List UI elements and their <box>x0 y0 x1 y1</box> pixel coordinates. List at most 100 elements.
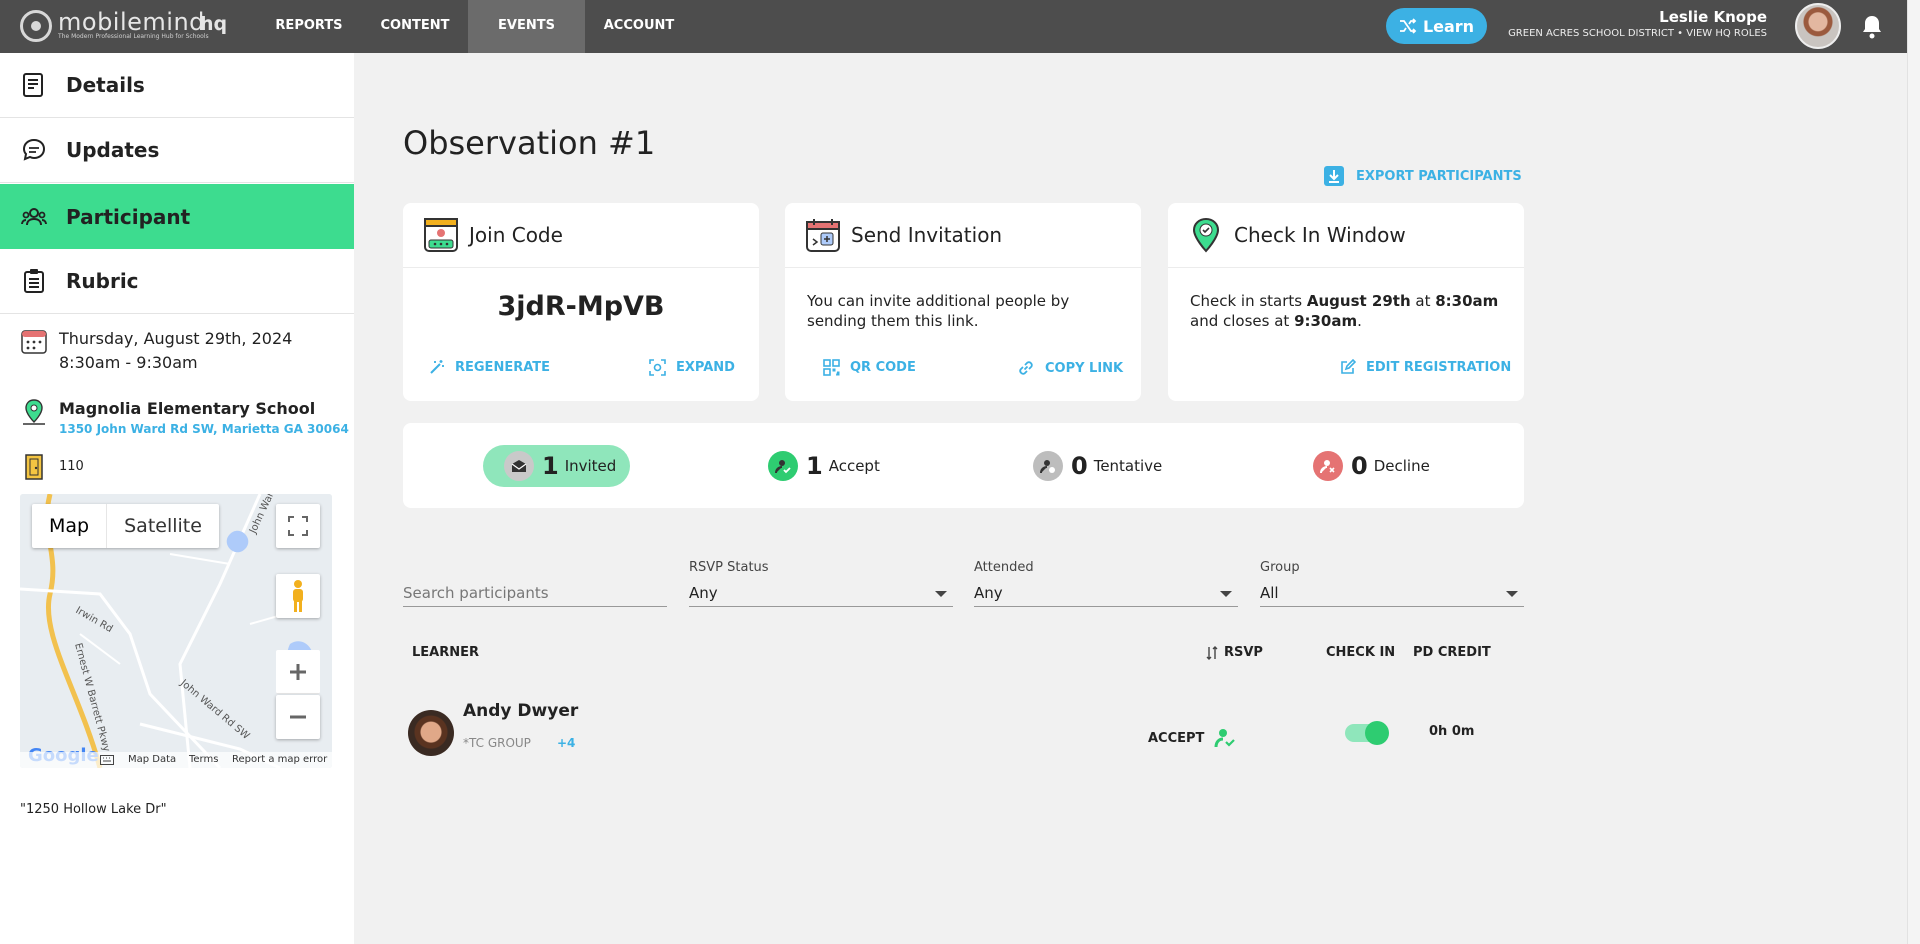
person-check-icon <box>1214 729 1236 748</box>
export-participants-button[interactable]: EXPORT PARTICIPANTS <box>1323 165 1522 187</box>
map-type-map-button[interactable]: Map <box>32 504 108 548</box>
join-code-card: Join Code 3jdR-MpVB REGENERATE EXPAND <box>403 203 759 401</box>
nav-reports[interactable]: REPORTS <box>266 0 352 53</box>
invited-count: 1 <box>542 452 559 480</box>
send-invitation-card: Send Invitation You can invite additiona… <box>785 203 1141 401</box>
user-avatar[interactable] <box>1795 3 1841 49</box>
bell-icon[interactable] <box>1860 14 1884 40</box>
minus-icon <box>290 715 306 719</box>
zoom-in-button[interactable] <box>276 650 320 694</box>
keyboard-icon[interactable] <box>100 755 114 765</box>
map-terms-link[interactable]: Terms <box>189 754 218 765</box>
column-header-check-in: CHECK IN <box>1326 645 1396 660</box>
more-groups-link[interactable]: +4 <box>557 736 575 750</box>
stat-tentative[interactable]: 0 Tentative <box>1033 445 1162 487</box>
accept-label: Accept <box>828 457 880 475</box>
join-code-value: 3jdR-MpVB <box>497 291 665 322</box>
rsvp-status: ACCEPT <box>1148 727 1236 749</box>
stat-decline[interactable]: 0 Decline <box>1313 445 1430 487</box>
invitation-description: You can invite additional people by send… <box>807 292 1070 330</box>
sidebar-item-updates[interactable]: Updates <box>0 118 354 183</box>
sidebar-item-details[interactable]: Details <box>0 53 354 118</box>
sidebar: Details Updates Participant Rubric Thurs… <box>0 53 354 944</box>
zoom-out-button[interactable] <box>276 695 320 739</box>
page-title: Observation #1 <box>403 124 656 162</box>
invitation-icon <box>806 219 840 252</box>
group-filter: Group All <box>1260 560 1524 607</box>
expand-label: EXPAND <box>676 360 735 375</box>
edit-registration-label: EDIT REGISTRATION <box>1366 359 1512 375</box>
map-pin-icon <box>23 399 45 425</box>
map-type-satellite-button[interactable]: Satellite <box>107 504 219 548</box>
join-code-icon <box>424 218 458 252</box>
check-in-window-title: Check In Window <box>1234 223 1406 247</box>
learner-group: *TC GROUP <box>463 736 531 750</box>
map-footer: Map Data Terms Report a map error <box>20 752 332 768</box>
learn-label: Learn <box>1422 16 1475 36</box>
map-report-link[interactable]: Report a map error <box>232 754 327 765</box>
chevron-down-icon <box>1220 591 1232 597</box>
sort-icon <box>1206 645 1218 660</box>
rsvp-status-select[interactable]: Any <box>689 578 953 607</box>
clipboard-icon <box>20 267 48 295</box>
expand-button[interactable]: EXPAND <box>649 359 735 376</box>
edit-icon <box>1341 359 1356 374</box>
nav-content[interactable]: CONTENT <box>372 0 458 53</box>
search-filter: Search participants <box>403 560 667 607</box>
door-icon <box>25 454 43 480</box>
check-in-toggle[interactable] <box>1345 721 1389 745</box>
chevron-down-icon <box>1506 591 1518 597</box>
fullscreen-button[interactable] <box>276 504 320 548</box>
search-participants-input[interactable]: Search participants <box>403 578 667 607</box>
pd-credit-value: 0h 0m <box>1429 724 1475 739</box>
mobilemind-logo[interactable]: mobilemind The Modern Professional Learn… <box>20 10 209 42</box>
attended-label: Attended <box>974 560 1034 575</box>
rsvp-status-label: RSVP Status <box>689 560 769 575</box>
stat-accept[interactable]: 1 Accept <box>768 445 880 487</box>
qr-code-label: QR CODE <box>850 360 916 375</box>
invited-label: Invited <box>564 457 617 475</box>
group-select[interactable]: All <box>1260 578 1524 607</box>
people-icon <box>20 203 48 231</box>
street-view-button[interactable] <box>276 574 320 618</box>
chat-bubble-icon <box>20 136 48 164</box>
location-map[interactable]: Irwin Rd John Ward Rd John Ward Rd SW Er… <box>20 494 332 768</box>
regenerate-button[interactable]: REGENERATE <box>429 359 550 375</box>
copy-link-button[interactable]: COPY LINK <box>1017 359 1123 377</box>
export-label: EXPORT PARTICIPANTS <box>1356 168 1522 184</box>
decline-label: Decline <box>1373 457 1430 475</box>
column-header-learner: LEARNER <box>412 645 480 660</box>
check-in-description: Check in starts August 29th at 8:30am an… <box>1190 292 1499 330</box>
sidebar-label-participant: Participant <box>66 204 191 229</box>
scrollbar[interactable] <box>1907 0 1920 944</box>
location-address-link[interactable]: 1350 John Ward Rd SW, Marietta GA 30064 <box>59 420 349 438</box>
event-day: Thursday, August 29th, 2024 <box>59 329 293 348</box>
room-number: 110 <box>59 459 84 474</box>
tentative-count: 0 <box>1071 452 1088 480</box>
download-icon <box>1324 166 1344 186</box>
magic-wand-icon <box>430 360 444 374</box>
person-x-icon <box>1313 451 1343 481</box>
nav-events[interactable]: EVENTS <box>468 0 585 53</box>
fullscreen-icon <box>288 516 308 536</box>
sidebar-item-participant[interactable]: Participant <box>0 184 354 249</box>
expand-icon <box>649 359 666 376</box>
event-time: 8:30am - 9:30am <box>59 353 198 372</box>
user-roles-link[interactable]: GREEN ACRES SCHOOL DISTRICT • VIEW HQ RO… <box>1508 28 1767 39</box>
envelope-icon <box>504 451 534 481</box>
sidebar-item-rubric[interactable]: Rubric <box>0 249 354 314</box>
check-in-date: August 29th <box>1306 292 1411 310</box>
nav-account[interactable]: ACCOUNT <box>596 0 682 53</box>
sidebar-label-updates: Updates <box>66 138 160 162</box>
stat-invited[interactable]: 1 Invited <box>483 445 630 487</box>
qr-code-button[interactable]: QR CODE <box>823 359 916 376</box>
column-header-rsvp[interactable]: RSVP <box>1206 645 1263 660</box>
attended-select[interactable]: Any <box>974 578 1238 607</box>
edit-registration-button[interactable]: EDIT REGISTRATION <box>1340 359 1511 375</box>
learner-name[interactable]: Andy Dwyer <box>463 701 578 721</box>
avatar <box>408 710 454 756</box>
learn-button[interactable]: Learn <box>1386 8 1487 44</box>
location-name: Magnolia Elementary School <box>59 399 316 418</box>
logo-tagline: The Modern Professional Learning Hub for… <box>58 33 209 40</box>
map-data-link[interactable]: Map Data <box>128 754 176 765</box>
